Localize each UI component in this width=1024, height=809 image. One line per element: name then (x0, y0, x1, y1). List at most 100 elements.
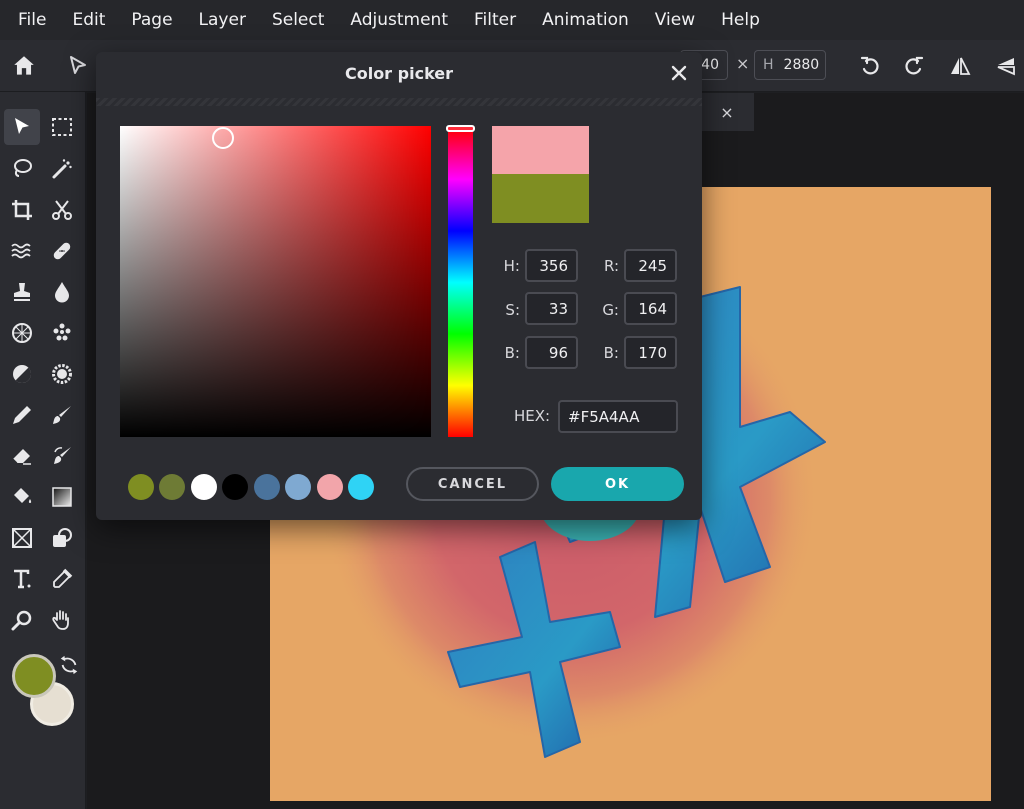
red-field[interactable]: 245 (624, 249, 677, 282)
swatch-white[interactable] (191, 474, 217, 500)
ok-button[interactable]: OK (551, 467, 684, 501)
tool-lasso[interactable] (4, 151, 40, 187)
paint-bucket-icon (14, 488, 32, 503)
pencil-icon (13, 406, 31, 424)
flip-vertical-button[interactable] (992, 52, 1020, 80)
foreground-color-swatch[interactable] (12, 654, 56, 698)
eyedropper-icon (53, 568, 73, 588)
tool-liquify[interactable] (4, 233, 40, 269)
menu-edit[interactable]: Edit (72, 10, 105, 30)
tool-ellipse-shape[interactable] (44, 520, 80, 556)
home-button[interactable] (10, 52, 38, 80)
swatch-black[interactable] (222, 474, 248, 500)
tool-dots[interactable] (44, 315, 80, 351)
brightness-field[interactable]: 96 (525, 336, 578, 369)
dialog-title: Color picker (344, 64, 454, 83)
close-icon[interactable] (670, 64, 688, 82)
tool-marquee[interactable] (44, 109, 80, 145)
menu-select[interactable]: Select (272, 10, 324, 30)
redo-button[interactable] (900, 52, 928, 80)
tool-cut[interactable] (44, 192, 80, 228)
tool-pencil[interactable] (4, 397, 40, 433)
new-color-preview (492, 126, 589, 174)
menu-help[interactable]: Help (721, 10, 760, 30)
move-tool-button[interactable] (64, 52, 92, 80)
saturation-value-handle[interactable] (211, 127, 234, 150)
dimension-separator: × (736, 54, 750, 73)
swatch-pink[interactable] (317, 474, 343, 500)
home-icon (14, 56, 34, 75)
color-picker-dialog: Color picker H: 356 S: 33 B: 96 R: 245 G… (96, 52, 702, 520)
tool-fill[interactable] (4, 479, 40, 515)
menu-view[interactable]: View (655, 10, 695, 30)
tool-eraser[interactable] (4, 438, 40, 474)
magnifier-icon (11, 610, 32, 631)
brightness-label: B: (504, 344, 520, 362)
dots-icon (53, 323, 71, 341)
saturation-value-area[interactable] (120, 126, 431, 437)
tool-sphere[interactable] (4, 315, 40, 351)
tool-hand[interactable] (44, 602, 80, 638)
contrast-icon (13, 365, 32, 384)
undo-button[interactable] (856, 52, 884, 80)
blue-field[interactable]: 170 (624, 336, 677, 369)
hue-field[interactable]: 356 (525, 249, 578, 282)
menu-page[interactable]: Page (131, 10, 172, 30)
menu-adjustment[interactable]: Adjustment (350, 10, 448, 30)
tool-shape[interactable] (4, 520, 40, 556)
swap-colors-icon[interactable] (58, 654, 80, 676)
undo-icon (860, 56, 879, 75)
globe-icon (12, 323, 32, 343)
tool-brush[interactable] (44, 397, 80, 433)
cancel-button[interactable]: CANCEL (406, 467, 539, 501)
swatch-cyan[interactable] (348, 474, 374, 500)
tool-color-replace[interactable] (44, 438, 80, 474)
saturation-field[interactable]: 33 (525, 292, 578, 325)
saturation-label: S: (505, 301, 520, 319)
tool-magic-wand[interactable] (44, 151, 80, 187)
flip-horizontal-button[interactable] (946, 52, 974, 80)
green-field[interactable]: 164 (624, 292, 677, 325)
green-label: G: (602, 301, 619, 319)
lasso-icon (14, 159, 32, 177)
tool-blur[interactable] (44, 274, 80, 310)
tool-eyedropper[interactable] (44, 561, 80, 597)
swatch-olive[interactable] (128, 474, 154, 500)
hex-field[interactable]: #F5A4AA (558, 400, 678, 433)
menu-filter[interactable]: Filter (474, 10, 516, 30)
gradient-icon (52, 487, 72, 507)
redo-icon (905, 56, 924, 75)
magic-wand-icon (52, 159, 72, 179)
tool-text[interactable] (4, 561, 40, 597)
waves-icon (11, 243, 31, 259)
menu-layer[interactable]: Layer (199, 10, 246, 30)
height-field[interactable]: H 2880 (754, 50, 826, 80)
tool-zoom[interactable] (4, 602, 40, 638)
swatch-light-blue[interactable] (285, 474, 311, 500)
document-tab-close[interactable]: × (700, 93, 754, 131)
text-icon (14, 569, 31, 589)
tool-dodge-burn[interactable] (4, 356, 40, 392)
blue-label: B: (603, 344, 619, 362)
dialog-drag-handle[interactable] (96, 98, 702, 106)
menu-file[interactable]: File (18, 10, 46, 30)
tool-crop[interactable] (4, 192, 40, 228)
shapes-icon (53, 528, 72, 547)
hue-slider[interactable] (448, 128, 473, 437)
tool-gradient[interactable] (44, 479, 80, 515)
hand-icon (52, 610, 69, 630)
flip-vertical-icon (997, 58, 1015, 76)
tool-heal[interactable] (44, 233, 80, 269)
eraser-icon (12, 449, 31, 465)
tool-sponge[interactable] (44, 356, 80, 392)
gear-icon (52, 364, 72, 384)
brush-replace-icon (54, 447, 71, 464)
hex-label: HEX: (514, 407, 551, 425)
tool-arrow-select[interactable] (4, 109, 40, 145)
swatch-steel-blue[interactable] (254, 474, 280, 500)
swatch-dark-olive[interactable] (159, 474, 185, 500)
tool-stamp[interactable] (4, 274, 40, 310)
menu-animation[interactable]: Animation (542, 10, 629, 30)
hue-slider-handle[interactable] (446, 125, 475, 132)
crop-icon (12, 200, 32, 220)
